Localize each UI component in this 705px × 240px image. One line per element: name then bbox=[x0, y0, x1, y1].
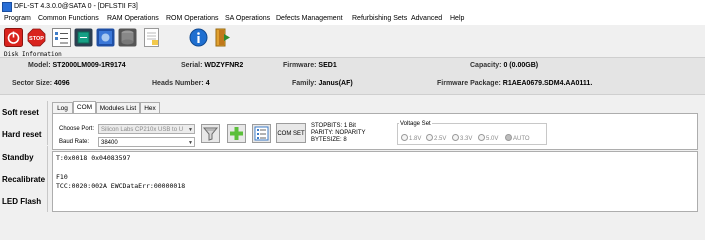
info-icon[interactable] bbox=[189, 28, 208, 47]
led-flash-button[interactable]: LED Flash bbox=[0, 190, 48, 212]
firmware-package-field: Firmware Package: R1AEA0679.SDM4.AA0111. bbox=[437, 80, 593, 87]
power-icon[interactable] bbox=[4, 28, 23, 47]
heads-number-field: Heads Number: 4 bbox=[152, 80, 210, 87]
app-icon bbox=[2, 2, 12, 12]
family-field: Family: Janus(AF) bbox=[292, 80, 353, 87]
menu-sa-operations[interactable]: SA Operations bbox=[225, 15, 270, 22]
menu-advanced[interactable]: Advanced bbox=[411, 15, 442, 22]
terminal-line: F10 bbox=[56, 173, 68, 181]
add-icon[interactable] bbox=[227, 124, 246, 143]
stopbits-text: STOPBITS: 1 Bit bbox=[311, 123, 356, 129]
model-field: Model: ST2000LM009-1R9174 bbox=[28, 62, 126, 69]
terminal-line: T:0x0018 0x04083597 bbox=[56, 154, 131, 162]
radio-icon bbox=[401, 134, 408, 141]
menu-refurbishing-sets[interactable]: Refurbishing Sets bbox=[352, 15, 407, 22]
bytesize-text: BYTESIZE: 8 bbox=[311, 137, 347, 143]
model-value: ST2000LM009-1R9174 bbox=[52, 62, 126, 69]
menu-common-functions[interactable]: Common Functions bbox=[38, 15, 99, 22]
recalibrate-button[interactable]: Recalibrate bbox=[0, 168, 48, 190]
capacity-value: 0 (0.00GB) bbox=[503, 62, 539, 69]
family-value: Janus(AF) bbox=[318, 80, 353, 87]
menu-bar: Program Common Functions RAM Operations … bbox=[0, 14, 705, 25]
soft-reset-button[interactable]: Soft reset bbox=[0, 101, 48, 123]
standby-button[interactable]: Standby bbox=[0, 146, 48, 168]
tab-log[interactable]: Log bbox=[52, 102, 73, 113]
voltage-radio-1-8v[interactable]: 1.8V bbox=[401, 134, 421, 142]
title-bar: DFL-ST 4.3.0.0@SATA 0 - [DFLSTII F3] bbox=[0, 0, 705, 14]
serial-value: WDZYFNR2 bbox=[204, 62, 244, 69]
port-select[interactable]: Silicon Labs CP210x USB to U ▼ bbox=[98, 124, 195, 134]
voltage-radio-auto[interactable]: AUTO bbox=[505, 134, 530, 142]
document-icon[interactable] bbox=[142, 28, 161, 47]
parity-text: PARITY: NOPARITY bbox=[311, 130, 366, 136]
stop-icon[interactable]: STOP bbox=[27, 28, 46, 47]
settings-list-icon[interactable] bbox=[252, 124, 271, 143]
terminal-line: TCC:0020:002A EWCDataErr:00000018 bbox=[56, 182, 186, 190]
radio-icon bbox=[505, 134, 512, 141]
radio-icon bbox=[478, 134, 485, 141]
hard-reset-button[interactable]: Hard reset bbox=[0, 123, 48, 145]
exit-icon[interactable] bbox=[213, 28, 232, 47]
voltage-radio-5-0v[interactable]: 5.0V bbox=[478, 134, 498, 142]
firmware-package-value: R1AEA0679.SDM4.AA0111. bbox=[502, 80, 593, 87]
menu-defects-management[interactable]: Defects Management bbox=[276, 15, 343, 22]
drive-icon[interactable] bbox=[96, 28, 115, 47]
tab-hex[interactable]: Hex bbox=[140, 102, 160, 113]
log-list-icon[interactable] bbox=[52, 28, 71, 47]
chevron-down-icon: ▼ bbox=[188, 140, 193, 146]
baud-rate-select[interactable]: 38400 ▼ bbox=[98, 137, 195, 147]
menu-ram-operations[interactable]: RAM Operations bbox=[107, 15, 159, 22]
toolbar: STOP bbox=[0, 25, 705, 49]
firmware-value: SED1 bbox=[318, 62, 337, 69]
stop-label: STOP bbox=[29, 36, 44, 42]
capacity-field: Capacity: 0 (0.00GB) bbox=[470, 62, 539, 69]
tab-modules-list[interactable]: Modules List bbox=[96, 102, 140, 113]
choose-port-label: Choose Port: bbox=[59, 126, 95, 132]
com-set-button[interactable]: COM SET bbox=[276, 123, 306, 143]
heads-number-value: 4 bbox=[205, 80, 210, 87]
menu-rom-operations[interactable]: ROM Operations bbox=[166, 15, 219, 22]
radio-icon bbox=[426, 134, 433, 141]
voltage-radio-2-5v[interactable]: 2.5V bbox=[426, 134, 446, 142]
radio-icon bbox=[452, 134, 459, 141]
chevron-down-icon: ▼ bbox=[188, 127, 193, 133]
menu-help[interactable]: Help bbox=[450, 15, 464, 22]
chip-icon[interactable] bbox=[74, 28, 93, 47]
baud-rate-label: Baud Rate: bbox=[59, 139, 90, 145]
menu-program[interactable]: Program bbox=[4, 15, 31, 22]
database-icon[interactable] bbox=[118, 28, 137, 47]
tab-com[interactable]: COM bbox=[73, 101, 96, 113]
sector-size-field: Sector Size: 4096 bbox=[12, 80, 70, 87]
voltage-radio-3-3v[interactable]: 3.3V bbox=[452, 134, 472, 142]
filter-icon[interactable] bbox=[201, 124, 220, 143]
voltage-set-title: Voltage Set bbox=[399, 121, 432, 127]
sector-size-value: 4096 bbox=[54, 80, 70, 87]
serial-field: Serial: WDZYFNR2 bbox=[181, 62, 244, 69]
window-title: DFL-ST 4.3.0.0@SATA 0 - [DFLSTII F3] bbox=[14, 3, 138, 10]
firmware-field: Firmware: SED1 bbox=[283, 62, 337, 69]
